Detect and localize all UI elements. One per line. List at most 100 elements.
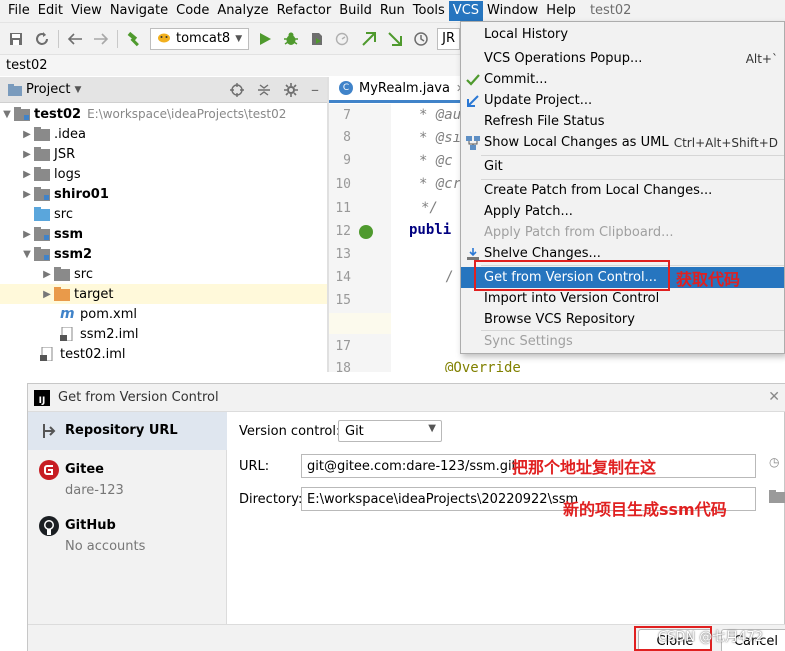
- tree-item-label: ssm2.iml: [80, 326, 139, 342]
- code-line: publi: [409, 222, 452, 238]
- line-number: 17: [335, 339, 351, 354]
- jr-selector[interactable]: JR: [437, 27, 460, 50]
- chevron-right-icon[interactable]: ▶: [40, 269, 54, 280]
- vcs-menu-apply-patch[interactable]: Apply Patch...: [461, 201, 784, 222]
- menu-analyze[interactable]: Analyze: [213, 1, 272, 21]
- run-icon[interactable]: [255, 29, 275, 49]
- menu-item-label: VCS Operations Popup...: [484, 51, 643, 66]
- highlight-box: [474, 260, 670, 291]
- collapse-all-icon[interactable]: [257, 82, 271, 98]
- history-dropdown-icon[interactable]: ◷: [769, 455, 779, 469]
- sync-icon[interactable]: [32, 29, 52, 49]
- chevron-right-icon[interactable]: ▶: [20, 129, 34, 140]
- menu-help[interactable]: Help: [542, 1, 580, 21]
- tree-item-test02-iml[interactable]: test02.iml: [0, 344, 327, 364]
- menu-bar: File Edit View Navigate Code Analyze Ref…: [0, 0, 785, 22]
- line-number: 14: [335, 270, 351, 285]
- vcs-menu-browse-vcs-repository[interactable]: Browse VCS Repository: [461, 309, 784, 330]
- back-icon[interactable]: [65, 29, 85, 49]
- menu-view[interactable]: View: [67, 1, 106, 21]
- tree-item-idea[interactable]: ▶ .idea: [0, 124, 327, 144]
- chevron-right-icon[interactable]: ▶: [20, 189, 34, 200]
- sidebar-item-account: dare-123: [65, 483, 124, 498]
- vcs-menu-refresh-file-status[interactable]: Refresh File Status: [461, 111, 784, 132]
- tree-item-shiro01[interactable]: ▶ shiro01: [0, 184, 327, 204]
- tree-item-src[interactable]: src: [0, 204, 327, 224]
- vcs-menu-import-into-version-control[interactable]: Import into Version Control: [461, 288, 784, 309]
- editor-tab-myrealm[interactable]: C MyRealm.java ✕: [329, 76, 476, 103]
- code-line: * @sı: [419, 130, 462, 146]
- debug-bug-icon[interactable]: [281, 29, 301, 49]
- java-class-icon: C: [339, 81, 353, 95]
- vcs-commit-icon[interactable]: [385, 29, 405, 49]
- chevron-right-icon[interactable]: ▶: [20, 169, 34, 180]
- vcs-menu-commit[interactable]: Commit...: [461, 69, 784, 90]
- forward-icon[interactable]: [91, 29, 111, 49]
- menu-tools[interactable]: Tools: [409, 1, 449, 21]
- code-line: @Override: [445, 360, 521, 372]
- sidebar-item-github[interactable]: GitHub No accounts: [28, 512, 227, 560]
- chevron-right-icon[interactable]: ▶: [40, 289, 54, 300]
- project-view-selector[interactable]: Project ▼: [0, 82, 81, 97]
- close-icon[interactable]: ✕: [768, 389, 780, 405]
- tree-item-logs[interactable]: ▶ logs: [0, 164, 327, 184]
- save-icon[interactable]: [6, 29, 26, 49]
- watermark: CSDN @七月472: [658, 630, 764, 645]
- menu-window[interactable]: Window: [483, 1, 542, 21]
- menu-item-label: Create Patch from Local Changes...: [484, 183, 713, 198]
- chevron-down-icon[interactable]: ▼: [0, 109, 14, 120]
- tree-item-ssm[interactable]: ▶ ssm: [0, 224, 327, 244]
- vcs-menu-apply-patch-clipboard: Apply Patch from Clipboard...: [461, 222, 784, 243]
- menu-code[interactable]: Code: [172, 1, 213, 21]
- chevron-right-icon[interactable]: ▶: [20, 229, 34, 240]
- line-number: 7: [343, 108, 351, 123]
- menu-edit[interactable]: Edit: [34, 1, 67, 21]
- implement-method-icon[interactable]: [359, 225, 373, 239]
- code-line: * @au: [419, 107, 462, 123]
- version-control-value: Git: [345, 423, 364, 439]
- vcs-menu-update-project[interactable]: Update Project...: [461, 90, 784, 111]
- vcs-menu-local-history[interactable]: Local History: [461, 24, 784, 45]
- tree-item-label: JSR: [54, 146, 76, 162]
- line-number: 12: [335, 224, 351, 239]
- module-folder-icon: [34, 187, 50, 201]
- sidebar-item-repository-url[interactable]: Repository URL: [28, 412, 227, 450]
- version-control-select[interactable]: Git ▼: [338, 420, 442, 442]
- run-configuration-select[interactable]: tomcat8 ▼: [150, 27, 250, 50]
- tree-item-ssm2[interactable]: ▼ ssm2: [0, 244, 327, 264]
- tree-item-jsr[interactable]: ▶ JSR: [0, 144, 327, 164]
- vcs-update-icon[interactable]: [359, 29, 379, 49]
- chevron-right-icon[interactable]: ▶: [20, 149, 34, 160]
- tree-item-label: test02.iml: [60, 346, 126, 362]
- vcs-menu-create-patch[interactable]: Create Patch from Local Changes...: [461, 180, 784, 201]
- menu-file[interactable]: File: [4, 1, 34, 21]
- menu-run[interactable]: Run: [376, 1, 409, 21]
- vcs-menu-git[interactable]: Git: [461, 156, 784, 177]
- build-hammer-icon[interactable]: [124, 29, 144, 49]
- coverage-icon[interactable]: [307, 29, 327, 49]
- vcs-history-icon[interactable]: [411, 29, 431, 49]
- vcs-menu-show-local-changes-uml[interactable]: Show Local Changes as UML Ctrl+Alt+Shift…: [461, 132, 784, 153]
- browse-folder-icon[interactable]: [769, 490, 785, 507]
- sidebar-item-gitee[interactable]: Gitee dare-123: [28, 456, 227, 504]
- menu-item-label: Git: [484, 159, 503, 174]
- repository-icon: [39, 421, 59, 441]
- tree-item-ssm2-iml[interactable]: ssm2.iml: [0, 324, 327, 344]
- locate-target-icon[interactable]: [229, 82, 245, 98]
- iml-file-icon: [60, 327, 73, 341]
- menu-navigate[interactable]: Navigate: [106, 1, 172, 21]
- chevron-down-icon[interactable]: ▼: [20, 249, 34, 260]
- menu-vcs[interactable]: VCS: [448, 1, 484, 21]
- profile-icon[interactable]: [333, 29, 353, 49]
- tree-item-label: src: [74, 266, 93, 282]
- tree-item-target[interactable]: ▶ target: [0, 284, 327, 304]
- tree-item-ssm2-src[interactable]: ▶ src: [0, 264, 327, 284]
- menu-refactor[interactable]: Refactor: [273, 1, 336, 21]
- gear-icon[interactable]: [283, 82, 299, 98]
- tree-item-label: logs: [54, 166, 81, 182]
- vcs-menu-operations-popup[interactable]: VCS Operations Popup... Alt+`: [461, 48, 784, 69]
- tree-item-test02[interactable]: ▼ test02 E:\workspace\ideaProjects\test0…: [0, 104, 327, 124]
- hide-panel-icon[interactable]: –: [311, 81, 319, 97]
- tree-item-pom[interactable]: m pom.xml: [0, 304, 327, 324]
- menu-build[interactable]: Build: [335, 1, 376, 21]
